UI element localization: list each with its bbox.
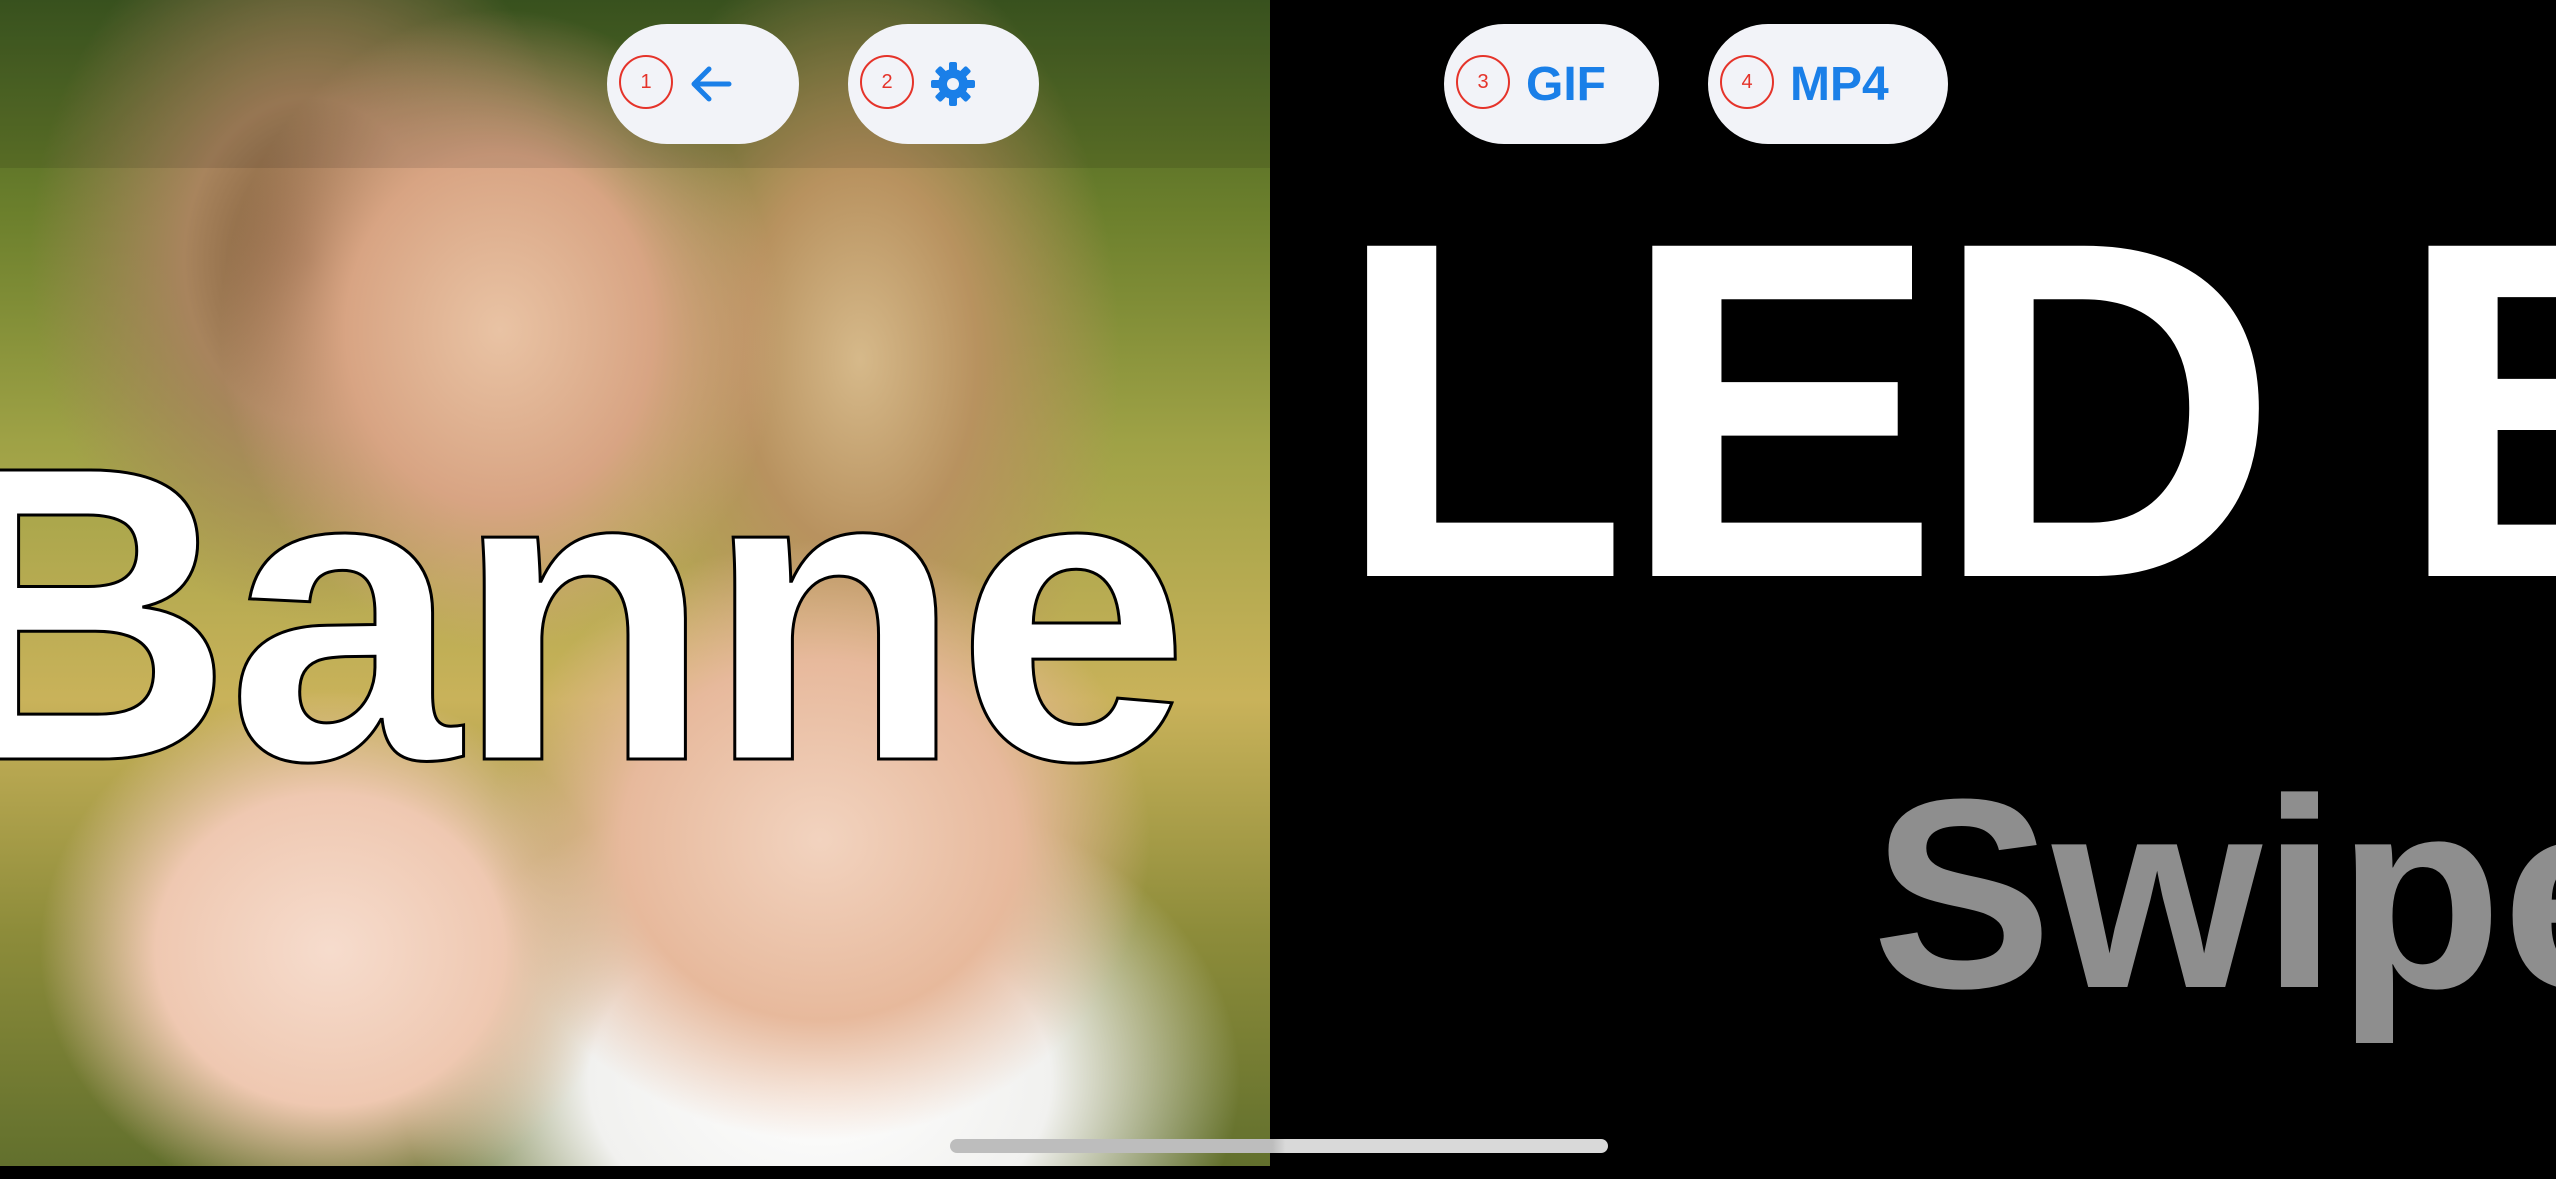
badge-4: 4: [1720, 55, 1774, 109]
preview-photo: Banne: [0, 0, 1270, 1166]
home-indicator[interactable]: [950, 1139, 1608, 1153]
screen: Banne LED B Swipe 1 2: [0, 0, 2556, 1179]
export-gif-button[interactable]: 3 GIF: [1444, 24, 1659, 144]
swipe-hint-text: Swipe: [1872, 744, 2556, 1045]
mp4-label: MP4: [1790, 57, 1889, 111]
led-banner-text: LED B: [1335, 141, 2556, 678]
arrow-left-icon: [689, 64, 733, 104]
export-mp4-button[interactable]: 4 MP4: [1708, 24, 1948, 144]
banner-preview-text: Banne: [0, 380, 1191, 849]
badge-2: 2: [860, 55, 914, 109]
back-button[interactable]: 1: [607, 24, 799, 144]
settings-button[interactable]: 2: [848, 24, 1039, 144]
gif-label: GIF: [1526, 57, 1606, 111]
gear-icon: [930, 61, 976, 107]
badge-3: 3: [1456, 55, 1510, 109]
badge-1: 1: [619, 55, 673, 109]
